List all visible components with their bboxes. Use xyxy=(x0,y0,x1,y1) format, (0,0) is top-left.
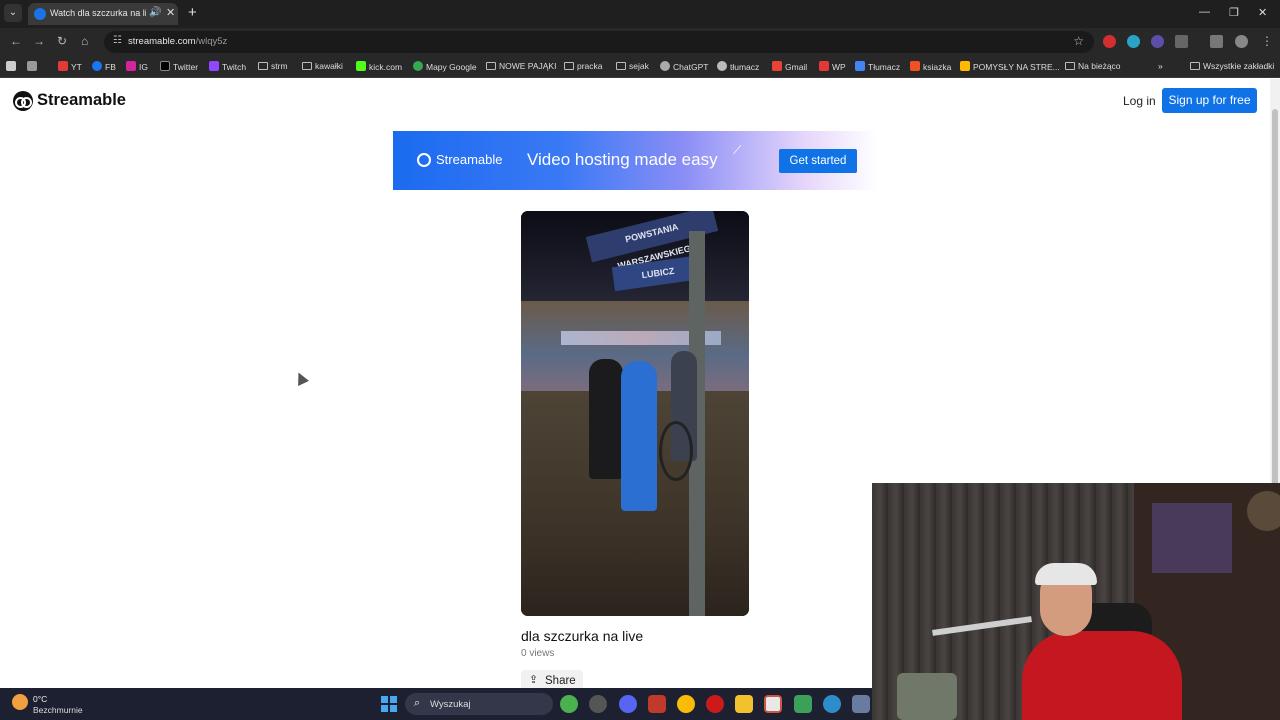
browser-toolbar: ← → ↻ ⌂ ☷ streamable.com/wlqy5z ☆ ⋮ xyxy=(0,28,1280,56)
bookmark-pomysly[interactable]: POMYSŁY NA STRE... xyxy=(960,61,1060,72)
opera-icon[interactable] xyxy=(706,695,724,713)
bookmark-ksiazka[interactable]: ksiazka xyxy=(910,61,951,72)
search-placeholder: Wyszukaj xyxy=(430,699,471,710)
app-icon[interactable] xyxy=(589,695,607,713)
app-icon[interactable] xyxy=(648,695,666,713)
banner-logo-icon xyxy=(417,153,431,167)
bookmark-fb[interactable]: FB xyxy=(92,61,116,72)
minimize-icon[interactable]: — xyxy=(1199,6,1210,18)
apps-icon[interactable] xyxy=(6,61,19,72)
bookmark-folder-kawalki[interactable]: kawałki xyxy=(302,61,343,71)
extension-icon[interactable] xyxy=(1151,35,1164,48)
video-player[interactable]: POWSTANIA WARSZAWSKIEGO LUBICZ xyxy=(521,211,749,616)
bookmark-folder-sejak[interactable]: sejak xyxy=(616,61,649,71)
restore-icon[interactable]: ❐ xyxy=(1229,6,1239,19)
banner-tagline: Video hosting made easy xyxy=(527,150,718,169)
bookmark-translate[interactable]: Tłumacz xyxy=(855,61,900,72)
bookmark-yt[interactable]: YT xyxy=(58,61,82,72)
bookmark-gmail[interactable]: Gmail xyxy=(772,61,807,72)
webcam-person-shirt xyxy=(1022,631,1182,720)
new-tab-icon[interactable]: + xyxy=(188,4,197,21)
reload-icon[interactable]: ↻ xyxy=(57,34,67,48)
windows-taskbar: 0°C Bezchmurnie ⌕ Wyszukaj xyxy=(0,688,872,720)
discord-icon[interactable] xyxy=(619,695,637,713)
video-frame-bicycle xyxy=(659,421,693,481)
scroll-thumb[interactable] xyxy=(1272,109,1278,529)
calculator-icon[interactable] xyxy=(852,695,870,713)
share-icon: ⇪ xyxy=(529,674,539,686)
promo-banner[interactable]: Streamable Video hosting made easy ⟋ Get… xyxy=(393,131,878,190)
webcam-shelf xyxy=(1152,503,1232,573)
webcam-overlay xyxy=(872,483,1280,720)
logo-text: Streamable xyxy=(37,91,126,109)
address-bar[interactable]: ☷ streamable.com/wlqy5z ☆ xyxy=(104,31,1094,53)
file-explorer-icon[interactable] xyxy=(735,695,753,713)
tab-title: Watch dla szczurka na live | xyxy=(50,8,146,18)
bookmark-ig[interactable]: IG xyxy=(126,61,148,72)
bookmark-folder-strm[interactable]: strm xyxy=(258,61,288,71)
bookmark-twitter[interactable]: Twitter xyxy=(160,61,198,72)
banner-brand: Streamable xyxy=(436,152,503,167)
signup-button[interactable]: Sign up for free xyxy=(1162,88,1257,113)
more-bookmarks-icon[interactable]: » xyxy=(1158,61,1163,71)
video-frame-person xyxy=(589,359,623,479)
all-bookmarks[interactable]: Wszystkie zakładki xyxy=(1190,61,1274,71)
bookmark-folder-nowe-pajaki[interactable]: NOWE PAJĄKI xyxy=(486,61,556,71)
app-icon[interactable] xyxy=(823,695,841,713)
bookmark-star-icon[interactable]: ☆ xyxy=(1073,34,1084,48)
bookmark-chatgpt[interactable]: ChatGPT xyxy=(660,61,708,72)
share-label: Share xyxy=(545,675,576,687)
temperature[interactable]: 0°C xyxy=(33,694,47,704)
bookmark-maps[interactable]: Mapy Google xyxy=(413,61,477,72)
login-link[interactable]: Log in xyxy=(1123,94,1156,108)
puzzle-icon[interactable] xyxy=(1175,35,1188,48)
weather-icon[interactable] xyxy=(12,694,28,710)
bookmark-tlumacz[interactable]: tłumacz xyxy=(717,61,759,72)
bookmark-folder-na-biezaco[interactable]: Na bieżąco xyxy=(1065,61,1121,71)
webcam-desk-items xyxy=(897,673,957,720)
home-icon[interactable]: ⌂ xyxy=(81,34,88,48)
site-info-icon[interactable]: ☷ xyxy=(113,35,122,46)
record-extension-icon[interactable] xyxy=(1103,35,1116,48)
app-icon[interactable] xyxy=(794,695,812,713)
tab-search-icon[interactable]: ⌄ xyxy=(4,4,22,22)
tab-strip: ⌄ Watch dla szczurka na live | 🔊 ✕ + — ❐… xyxy=(0,0,1280,28)
video-title: dla szczurka na live xyxy=(521,628,644,644)
app-icon[interactable] xyxy=(560,695,578,713)
windows-start-icon[interactable] xyxy=(381,696,397,712)
search-icon: ⌕ xyxy=(414,697,421,709)
video-views: 0 views xyxy=(521,648,555,659)
close-tab-icon[interactable]: ✕ xyxy=(166,6,175,19)
video-frame-person xyxy=(621,361,657,511)
webcam-person-cap xyxy=(1035,563,1097,585)
menu-kebab-icon[interactable]: ⋮ xyxy=(1261,34,1273,48)
bookmark-twitch[interactable]: Twitch xyxy=(209,61,246,72)
bookmark-wp[interactable]: WP xyxy=(819,61,846,72)
streamable-logo-icon xyxy=(13,91,33,111)
media-control-icon[interactable] xyxy=(1210,35,1223,48)
streamable-favicon-icon xyxy=(34,8,46,20)
weather-condition[interactable]: Bezchmurnie xyxy=(33,705,83,715)
streamlabs-icon[interactable] xyxy=(764,695,782,713)
bookmark-kick[interactable]: kick.com xyxy=(356,61,402,72)
bookmarks-bar: YT FB IG Twitter Twitch strm kawałki kic… xyxy=(0,56,1280,78)
speaker-icon[interactable]: 🔊 xyxy=(149,7,161,18)
get-started-button[interactable]: Get started xyxy=(779,149,857,173)
extension-icon[interactable] xyxy=(1127,35,1140,48)
url-text[interactable]: streamable.com/wlqy5z xyxy=(128,36,227,47)
chrome-icon[interactable] xyxy=(677,695,695,713)
taskbar-search[interactable]: ⌕ Wyszukaj xyxy=(405,693,553,715)
back-icon[interactable]: ← xyxy=(10,34,22,48)
forward-icon[interactable]: → xyxy=(33,34,45,48)
mouse-cursor-icon xyxy=(293,370,309,386)
sparkle-icon: ⟋ xyxy=(733,143,742,157)
webcam-dartboard xyxy=(1247,491,1280,531)
grid-icon[interactable] xyxy=(27,61,40,72)
active-tab[interactable]: Watch dla szczurka na live | 🔊 ✕ xyxy=(28,3,178,25)
close-window-icon[interactable]: ✕ xyxy=(1258,6,1267,19)
profile-avatar[interactable] xyxy=(1235,35,1248,48)
bookmark-folder-pracka[interactable]: pracka xyxy=(564,61,603,71)
